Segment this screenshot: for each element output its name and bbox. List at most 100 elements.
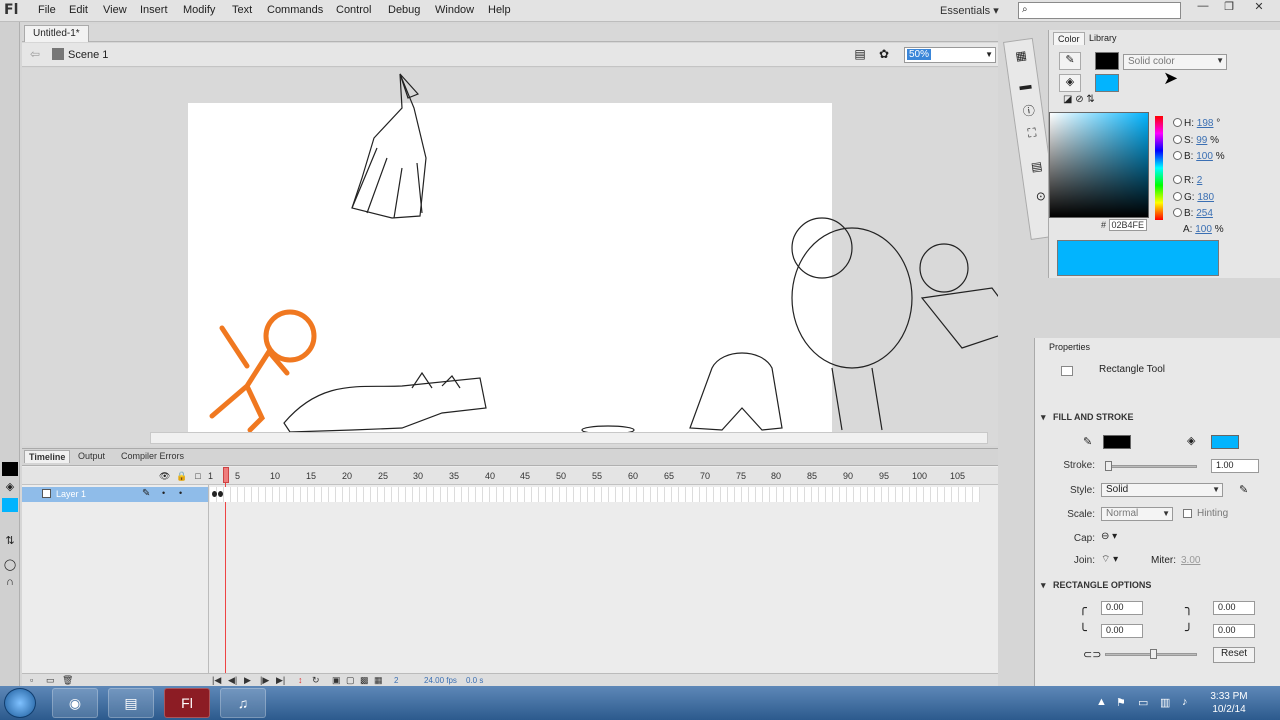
document-tab[interactable]: Untitled-1* <box>24 25 89 42</box>
onion-outline-icon[interactable]: ▢ <box>346 675 355 686</box>
tab-color[interactable]: Color <box>1053 32 1085 45</box>
paint-bucket-icon[interactable]: ◈ <box>1187 434 1195 447</box>
edit-multiple-icon[interactable]: ▩ <box>360 675 369 686</box>
taskbar-clock[interactable]: 3:33 PM 10/2/14 <box>1204 690 1254 716</box>
panel-grid-icon[interactable]: ▦ <box>1013 48 1029 64</box>
color-picker-field[interactable] <box>1049 112 1149 218</box>
green-value[interactable]: 180 <box>1197 192 1214 203</box>
onion-markers-icon[interactable]: ▦ <box>374 675 383 686</box>
corner-radius-tr-input[interactable]: 0.00 <box>1213 601 1255 615</box>
delete-icon[interactable]: 🗑 <box>62 675 73 686</box>
tab-library[interactable]: Library <box>1085 32 1121 44</box>
saturation-row[interactable]: S: 99 % <box>1173 135 1219 146</box>
menu-text[interactable]: Text <box>232 4 252 16</box>
snap-icon[interactable]: ◯ <box>2 558 18 572</box>
back-arrow-icon[interactable]: ⇦ <box>30 47 40 61</box>
pencil-icon[interactable]: ✎ <box>1083 435 1092 448</box>
magnet-icon[interactable]: ∩ <box>2 576 18 590</box>
slider-thumb[interactable] <box>1150 649 1157 659</box>
stage-horizontal-scrollbar[interactable] <box>150 432 988 444</box>
step-back-icon[interactable]: ◀| <box>228 675 237 686</box>
alpha-row[interactable]: A: 100 % <box>1183 224 1224 235</box>
cap-select[interactable]: ⊖ ▾ <box>1101 531 1117 542</box>
scale-select[interactable]: Normal ▼ <box>1101 507 1173 521</box>
keyframe[interactable] <box>218 491 223 497</box>
pencil-icon[interactable]: ✎ <box>1059 52 1081 70</box>
radio-r[interactable] <box>1173 175 1182 184</box>
edit-scene-icon[interactable]: ▤ <box>852 47 868 63</box>
onion-skin-icon[interactable]: ▣ <box>332 675 341 686</box>
saturation-value[interactable]: 99 <box>1196 135 1207 146</box>
red-value[interactable]: 2 <box>1197 175 1203 186</box>
tab-compiler-errors[interactable]: Compiler Errors <box>121 451 184 461</box>
menu-modify[interactable]: Modify <box>183 4 215 16</box>
first-frame-icon[interactable]: |◀ <box>212 675 221 686</box>
hue-value[interactable]: 198 <box>1197 118 1214 129</box>
menu-file[interactable]: File <box>38 4 56 16</box>
start-button[interactable] <box>4 688 36 718</box>
edit-symbols-icon[interactable]: ✿ <box>876 47 892 63</box>
frame-rate[interactable]: 24.00 fps <box>424 676 457 685</box>
fill-stroke-section[interactable]: FILL AND STROKE <box>1035 412 1280 426</box>
lock-dot[interactable]: • <box>179 488 182 498</box>
hex-value[interactable]: 02B4FE <box>1108 219 1148 231</box>
fill-color-swatch[interactable] <box>2 498 18 512</box>
itunes-icon[interactable]: ♫ <box>220 688 266 718</box>
center-frame-icon[interactable]: ↕ <box>298 675 303 685</box>
display-icon[interactable]: ▭ <box>1138 696 1148 709</box>
stroke-slider[interactable] <box>1105 461 1197 471</box>
zoom-select[interactable]: 50% ▼ <box>904 47 996 63</box>
chrome-icon[interactable]: ◉ <box>52 688 98 718</box>
style-select[interactable]: Solid ▼ <box>1101 483 1223 497</box>
corner-radius-tl-input[interactable]: 0.00 <box>1101 601 1143 615</box>
corner-radius-br-input[interactable]: 0.00 <box>1213 624 1255 638</box>
radio-s[interactable] <box>1173 135 1182 144</box>
radio-h[interactable] <box>1173 118 1182 127</box>
edit-stroke-style-icon[interactable]: ✎ <box>1239 483 1248 496</box>
paint-bucket-icon[interactable]: ◈ <box>2 480 18 494</box>
corner-radius-bl-input[interactable]: 0.00 <box>1101 624 1143 638</box>
help-search-input[interactable]: ⌕ <box>1018 2 1181 19</box>
compass-icon[interactable]: ⊙ <box>1033 188 1049 204</box>
menu-insert[interactable]: Insert <box>140 4 168 16</box>
loop-icon[interactable]: ↻ <box>312 675 320 686</box>
menu-edit[interactable]: Edit <box>69 4 88 16</box>
swap-colors-icon[interactable]: ◪ ⊘ ⇅ <box>1063 94 1095 105</box>
restore-button[interactable]: ❐ <box>1214 0 1244 14</box>
volume-icon[interactable]: ♪ <box>1182 696 1188 708</box>
keyframe[interactable] <box>212 491 217 497</box>
radio-blue[interactable] <box>1173 208 1182 217</box>
red-row[interactable]: R: 2 <box>1173 175 1202 186</box>
play-icon[interactable]: ▶ <box>244 675 251 686</box>
network-icon[interactable]: ▥ <box>1160 696 1170 709</box>
menu-window[interactable]: Window <box>435 4 474 16</box>
brightness-row[interactable]: B: 100 % <box>1173 151 1225 162</box>
menu-help[interactable]: Help <box>488 4 511 16</box>
last-frame-icon[interactable]: ▶| <box>276 675 285 686</box>
transform-icon[interactable]: ⛶ <box>1024 125 1040 141</box>
blue-value[interactable]: 254 <box>1196 208 1213 219</box>
fill-color-swatch[interactable] <box>1095 74 1119 92</box>
info-icon[interactable]: ⓘ <box>1021 101 1037 119</box>
green-row[interactable]: G: 180 <box>1173 192 1214 203</box>
radio-g[interactable] <box>1173 192 1182 201</box>
hue-row[interactable]: H: 198 ° <box>1173 118 1220 129</box>
close-button[interactable]: ✕ <box>1244 0 1274 14</box>
stroke-color-swatch[interactable] <box>2 462 18 476</box>
layer-row[interactable]: Layer 1 ✎ • • <box>22 487 208 502</box>
playhead[interactable] <box>223 467 229 483</box>
stroke-color-swatch[interactable] <box>1095 52 1119 70</box>
menu-commands[interactable]: Commands <box>267 4 323 16</box>
swap-colors-icon[interactable]: ⇅ <box>2 534 18 548</box>
tray-expand-icon[interactable]: ▲ <box>1096 696 1107 708</box>
join-select[interactable]: ⌔ ▾ <box>1101 553 1118 566</box>
tab-timeline[interactable]: Timeline <box>24 450 71 463</box>
miter-value[interactable]: 3.00 <box>1181 555 1200 566</box>
fill-color-swatch[interactable] <box>1211 435 1239 449</box>
pencil-icon[interactable]: ✎ <box>142 488 150 499</box>
flash-app-icon[interactable]: Fl <box>164 688 210 718</box>
outline-icon[interactable]: □ <box>193 471 203 481</box>
new-layer-icon[interactable]: ▫ <box>30 675 33 685</box>
flag-icon[interactable]: ⚑ <box>1116 696 1126 709</box>
menu-control[interactable]: Control <box>336 4 371 16</box>
